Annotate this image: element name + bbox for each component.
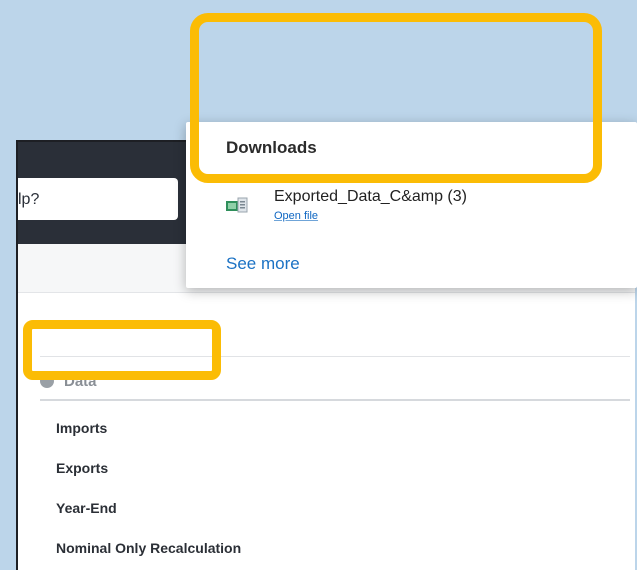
- open-file-link[interactable]: Open file: [274, 210, 318, 222]
- see-more-link[interactable]: See more: [226, 254, 300, 274]
- menu-item-imports[interactable]: Imports: [56, 417, 107, 439]
- highlight-annotation-downloads: [190, 13, 602, 183]
- search-input[interactable]: lp?: [18, 178, 178, 220]
- download-file-name[interactable]: Exported_Data_C&amp (3): [274, 188, 467, 206]
- menu-item-exports[interactable]: Exports: [56, 457, 108, 479]
- menu-item-year-end[interactable]: Year-End: [56, 497, 117, 519]
- search-input-text: lp?: [18, 191, 40, 208]
- menu-item-nominal-only-recalculation[interactable]: Nominal Only Recalculation: [56, 537, 241, 559]
- highlight-annotation-section: [23, 320, 221, 380]
- excel-file-icon: [226, 196, 248, 214]
- divider: [40, 399, 630, 401]
